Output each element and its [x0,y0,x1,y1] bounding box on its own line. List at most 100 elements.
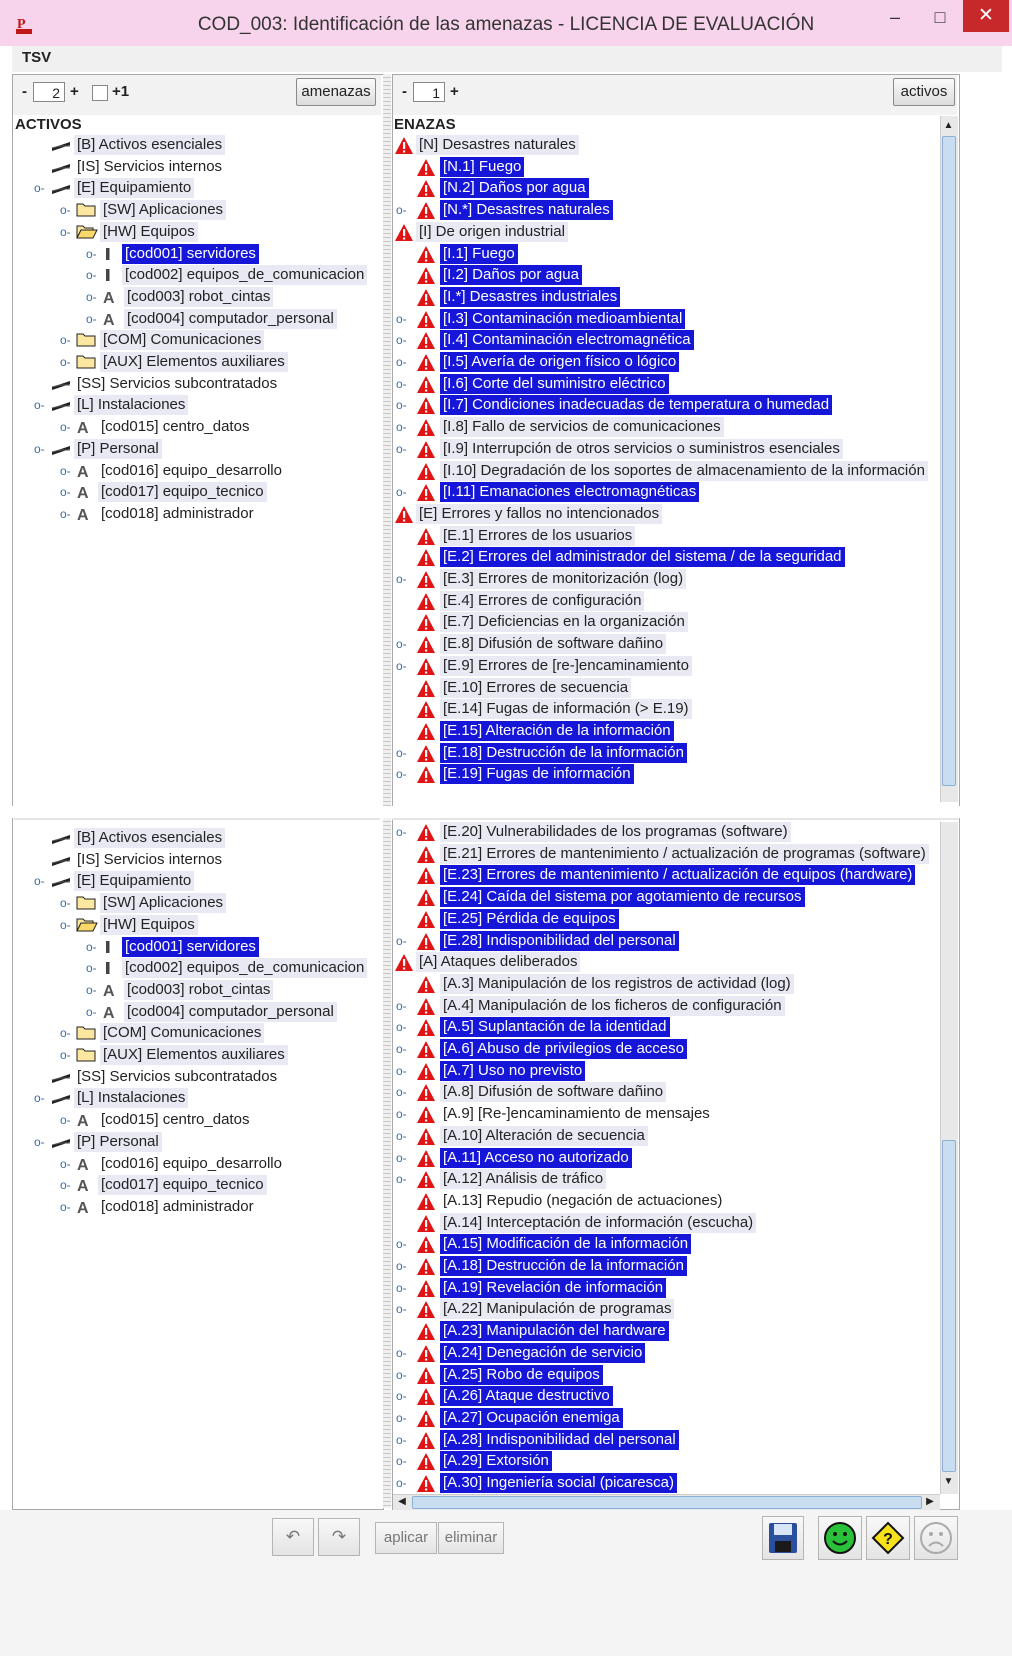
apply-button[interactable]: aplicar [375,1522,437,1554]
threat-label[interactable]: [E.24] Caída del sistema por agotamiento… [440,887,805,908]
threat-row[interactable]: o- [A.8] Difusión de software dañino [394,1081,938,1104]
asset-label[interactable]: [COM] Comunicaciones [100,330,265,351]
asset-label[interactable]: [AUX] Elementos auxiliares [100,1045,288,1065]
threat-group-label[interactable]: [E] Errores y fallos no intencionados [416,503,663,524]
cancel-button[interactable] [914,1516,958,1560]
threat-label[interactable]: [A.29] Extorsión [440,1451,552,1472]
collapsed-node-icon[interactable]: o- [396,637,407,651]
threat-label[interactable]: [A.15] Modificación de la información [440,1234,692,1255]
collapsed-node-icon[interactable]: o- [396,1259,407,1273]
pane-splitter-right[interactable] [392,818,958,820]
threat-row[interactable]: [A.3] Manipulación de los registros de a… [394,973,938,996]
scroll-right-arrow-icon[interactable]: ▶ [924,1494,936,1510]
threat-label[interactable]: [I.9] Interrupción de otros servicios o … [440,438,843,459]
asset-label[interactable]: [cod004] computador_personal [124,1001,337,1022]
threat-row[interactable]: [E.1] Errores de los usuarios [394,525,938,548]
asset-label[interactable]: [P] Personal [74,438,162,459]
threat-label[interactable]: [A.30] Ingeniería social (picaresca) [440,1473,677,1493]
threat-row[interactable]: o- [A.18] Destrucción de la información [394,1255,938,1278]
threat-label[interactable]: [A.23] Manipulación del hardware [440,1321,669,1342]
asset-tree-row[interactable]: [SS] Servicios subcontratados [14,1066,380,1089]
asset-tree-row[interactable]: o- [SW] Aplicaciones [14,199,380,222]
threat-group-row[interactable]: [E] Errores y fallos no intencionados [394,503,938,526]
asset-tree-row[interactable]: o- A [cod018] administrador [14,1196,380,1219]
asset-tree-row[interactable]: o- A [cod015] centro_datos [14,416,380,439]
asset-label[interactable]: [P] Personal [74,1131,162,1152]
threat-label[interactable]: [A.22] Manipulación de programas [440,1299,675,1320]
asset-label[interactable]: [B] Activos esenciales [74,828,226,848]
threat-row[interactable]: o- [A.12] Análisis de tráfico [394,1168,938,1191]
threat-label[interactable]: [A.19] Revelación de información [440,1277,667,1298]
threat-group-row[interactable]: [A] Ataques deliberados [394,951,938,974]
collapsed-node-icon[interactable]: o- [60,1157,71,1171]
collapsed-node-icon[interactable]: o- [60,485,71,499]
collapsed-node-icon[interactable]: o- [396,934,407,948]
threat-row[interactable]: [E.10] Errores de secuencia [394,677,938,700]
minimize-button[interactable]: – [880,4,910,30]
threat-group-row[interactable]: [I] De origen industrial [394,221,938,244]
threat-row[interactable]: o- [A.7] Uso no previsto [394,1060,938,1083]
collapsed-node-icon[interactable]: o- [396,442,407,456]
asset-tree-row[interactable]: o- [cod001] servidores [14,936,380,959]
collapsed-node-icon[interactable]: o- [396,420,407,434]
level-spinner[interactable]: 2 [33,82,65,102]
threat-level-spinner[interactable]: 1 [413,82,445,102]
threat-row[interactable]: [E.7] Deficiencias en la organización [394,611,938,634]
threat-row[interactable]: o- [A.25] Robo de equipos [394,1364,938,1387]
threat-row[interactable]: o- [I.9] Interrupción de otros servicios … [394,438,938,461]
asset-tree-row[interactable]: o- A [cod004] computador_personal [14,1001,380,1024]
asset-label[interactable]: [cod004] computador_personal [124,308,337,329]
threat-label[interactable]: [A.13] Repudio (negación de actuaciones) [440,1191,725,1211]
collapsed-node-icon[interactable]: o- [396,398,407,412]
threat-label[interactable]: [E.8] Difusión de software dañino [440,634,667,655]
threat-row[interactable]: [E.2] Errores del administrador del sist… [394,546,938,569]
save-button[interactable] [762,1516,804,1560]
asset-tree-row[interactable]: o- [L] Instalaciones [14,394,380,417]
asset-label[interactable]: [E] Equipamiento [74,871,195,892]
collapsed-node-icon[interactable]: o- [86,268,97,282]
threat-label[interactable]: [A.6] Abuso de privilegios de acceso [440,1039,687,1059]
threat-label[interactable]: [I.4] Contaminación electromagnética [440,330,694,351]
asset-tree-row[interactable]: o- A [cod003] robot_cintas [14,979,380,1002]
collapsed-node-icon[interactable]: o- [396,1107,407,1121]
threat-label[interactable]: [I.*] Desastres industriales [440,286,621,307]
asset-label[interactable]: [AUX] Elementos auxiliares [100,352,288,372]
threat-row[interactable]: [A.13] Repudio (negación de actuaciones) [394,1190,938,1213]
collapsed-node-icon[interactable]: o- [60,464,71,478]
asset-label[interactable]: [cod015] centro_datos [98,1110,252,1130]
threat-label[interactable]: [A.25] Robo de equipos [440,1364,603,1385]
threat-row[interactable]: [E.24] Caída del sistema por agotamiento… [394,886,938,909]
threat-label[interactable]: [E.2] Errores del administrador del sist… [440,547,845,568]
threat-row[interactable]: [A.14] Interceptación de información (es… [394,1212,938,1235]
threat-level-plus-button[interactable]: + [450,83,459,100]
threat-label[interactable]: [I.10] Degradación de los soportes de al… [440,460,928,481]
asset-tree-row[interactable]: o- [cod002] equipos_de_comunicacion [14,957,380,980]
asset-label[interactable]: [SS] Servicios subcontratados [74,374,280,394]
collapsed-node-icon[interactable]: o- [86,247,97,261]
threat-row[interactable]: o- [I.5] Avería de origen físico o lógico [394,351,938,374]
collapsed-node-icon[interactable]: o- [396,1346,407,1360]
collapsed-node-icon[interactable]: o- [396,767,407,781]
threat-row[interactable]: o- [A.9] [Re-]encaminamiento de mensajes [394,1103,938,1126]
scroll-down-arrow-icon[interactable]: ▼ [940,1474,957,1490]
expanded-node-icon[interactable]: o- [60,225,71,239]
expanded-node-icon[interactable]: o- [34,398,45,412]
asset-tree-row[interactable]: o- [HW] Equipos [14,914,380,937]
asset-tree-row[interactable]: o- A [cod017] equipo_tecnico [14,1174,380,1197]
threat-label[interactable]: [I.7] Condiciones inadecuadas de tempera… [440,395,833,416]
threat-label[interactable]: [E.21] Errores de mantenimiento / actual… [440,843,929,864]
collapsed-node-icon[interactable]: o- [396,1302,407,1316]
collapsed-node-icon[interactable]: o- [396,1433,407,1447]
collapsed-node-icon[interactable]: o- [396,1151,407,1165]
hscroll-thumb[interactable] [412,1496,922,1509]
asset-tree-row[interactable]: o- [AUX] Elementos auxiliares [14,1044,380,1067]
threat-label[interactable]: [N.*] Desastres naturales [440,200,613,221]
threat-row[interactable]: [I.10] Degradación de los soportes de al… [394,460,938,483]
threat-row[interactable]: o- [I.6] Corte del suministro eléctrico [394,373,938,396]
threat-level-minus-button[interactable]: - [402,83,407,100]
threat-label[interactable]: [A.24] Denegación de servicio [440,1342,646,1363]
threat-row[interactable]: [E.15] Alteración de la información [394,720,938,743]
threat-group-label[interactable]: [I] De origen industrial [416,221,568,242]
collapsed-node-icon[interactable]: o- [396,572,407,586]
vertical-splitter[interactable] [383,74,391,1508]
